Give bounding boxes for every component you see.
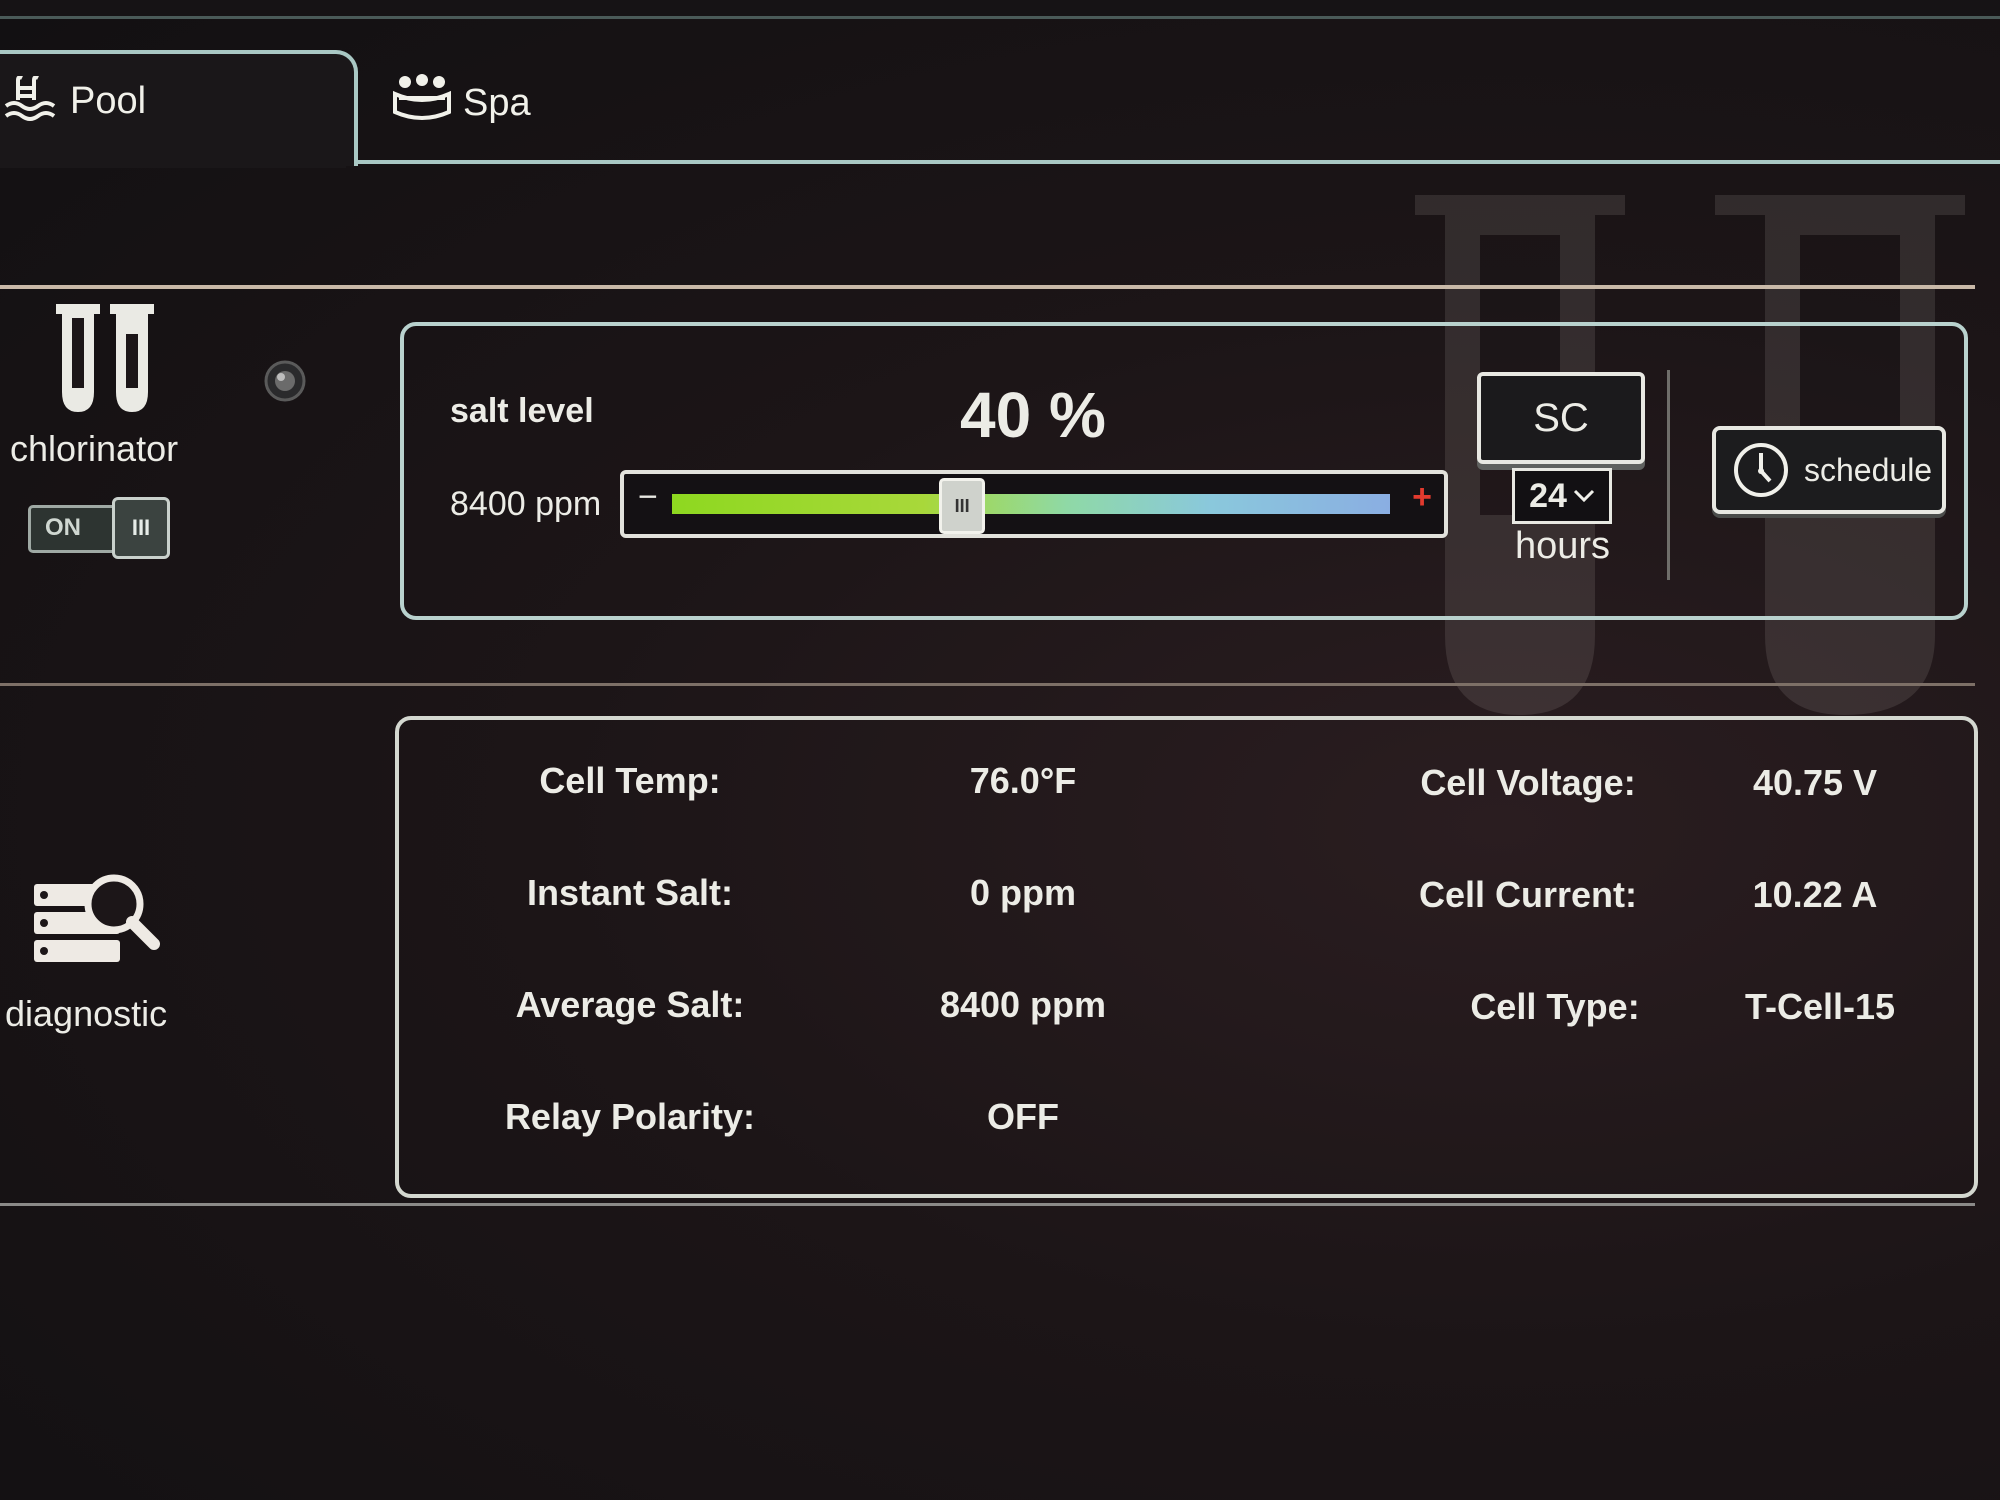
chlorinator-label: chlorinator [10, 428, 179, 469]
toggle-on-label: ON [45, 514, 81, 541]
cell-voltage-value: 40.75 V [1752, 762, 1878, 803]
tab-spa-label[interactable]: Spa [463, 82, 531, 125]
tab-pool-label[interactable]: Pool [70, 80, 146, 123]
vertical-divider [1667, 370, 1670, 580]
window-top-strip [0, 0, 2000, 19]
section-separator [0, 285, 1975, 289]
salt-level-label: salt level [450, 392, 594, 430]
hours-label: hours [1515, 525, 1611, 567]
status-indicator-icon [264, 360, 306, 402]
chevron-down-icon [1573, 489, 1594, 503]
salt-ppm-value: 8400 ppm [450, 485, 602, 523]
cell-temp-label: Cell Temp: [539, 760, 721, 801]
chlorinator-test-tubes-icon [56, 304, 154, 412]
super-chlorinate-button[interactable]: SC [1477, 372, 1645, 464]
slider-gradient-track [672, 494, 1390, 514]
slider-decrease-button[interactable]: − [638, 478, 658, 517]
cell-type-value: T-Cell-15 [1744, 986, 1896, 1027]
chlorinator-toggle[interactable]: ON III [28, 497, 170, 561]
relay-polarity-value: OFF [987, 1096, 1059, 1137]
slider-thumb[interactable]: III [939, 478, 986, 534]
average-salt-label: Average Salt: [515, 984, 745, 1025]
swimming-pool-icon [4, 76, 56, 121]
instant-salt-value: 0 ppm [969, 872, 1076, 913]
section-separator [0, 683, 1975, 686]
clock-icon [1734, 443, 1788, 497]
spa-hot-tub-icon [393, 74, 451, 120]
section-separator [0, 1203, 1975, 1206]
instant-salt-label: Instant Salt: [526, 872, 733, 913]
schedule-button[interactable]: schedule [1712, 426, 1946, 514]
server-search-icon [34, 874, 160, 962]
salt-level-slider[interactable]: − III + [620, 470, 1448, 538]
tab-pool-bottom-cover [0, 158, 346, 168]
salt-percent-value: 40 % [960, 379, 1106, 451]
diagnostic-label: diagnostic [5, 993, 168, 1034]
tab-bar-underline [350, 160, 2000, 164]
toggle-knob[interactable]: III [112, 497, 170, 559]
relay-polarity-label: Relay Polarity: [504, 1096, 756, 1137]
hours-dropdown-value: 24 [1529, 476, 1567, 515]
schedule-button-label: schedule [1804, 451, 1933, 488]
slider-increase-button[interactable]: + [1412, 478, 1432, 517]
average-salt-value: 8400 ppm [939, 984, 1107, 1025]
hours-dropdown[interactable]: 24 [1512, 468, 1612, 524]
cell-temp-value: 76.0°F [969, 760, 1077, 801]
cell-current-value: 10.22 A [1752, 874, 1878, 915]
